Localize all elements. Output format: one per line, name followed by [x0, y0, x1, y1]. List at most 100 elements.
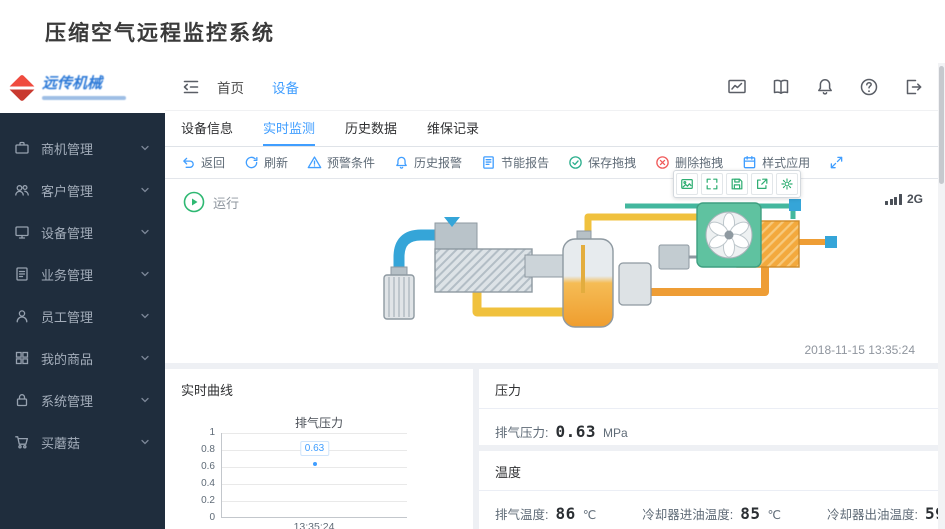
delete-drag-button[interactable]: 删除拖拽 — [655, 154, 723, 171]
filter-cap — [390, 266, 408, 276]
chevron-down-icon — [139, 268, 151, 280]
logo-diamond-icon — [8, 74, 36, 102]
reading-label: 冷却器出油温度: — [826, 508, 918, 522]
logo-text: 远传机械 — [42, 75, 103, 93]
cart-icon — [14, 434, 30, 450]
report-icon — [481, 155, 496, 170]
page-header: 压缩空气远程监控系统 — [0, 0, 945, 63]
sidebar-item-system[interactable]: 系统管理 — [0, 379, 165, 421]
monitor-stage: 运行 2G 2018-11-15 13:35:24 — [165, 170, 945, 363]
network-status: 2G — [885, 193, 923, 205]
bottom-panels: 实时曲线 排气压力 1 0.8 0.6 0.4 0.2 0 0.63 13:35… — [165, 369, 945, 529]
vertical-scrollbar[interactable] — [938, 63, 945, 529]
navbar: 首页 设备 — [165, 63, 945, 110]
reading-label: 排气温度: — [495, 508, 549, 522]
tab-maintenance-records[interactable]: 维保记录 — [427, 111, 479, 146]
chevron-down-icon — [139, 226, 151, 238]
reading-unit: MPa — [603, 426, 628, 440]
reading-label: 排气压力: — [495, 426, 549, 440]
sidebar-item-business-opportunity[interactable]: 商机管理 — [0, 127, 165, 169]
logout-icon[interactable] — [903, 77, 923, 97]
data-point-label: 0.63 — [299, 441, 330, 456]
sidebar-fold-icon[interactable] — [181, 77, 201, 97]
sidebar-item-label: 我的商品 — [41, 351, 94, 367]
briefcase-icon — [14, 140, 30, 156]
undo-icon — [181, 155, 196, 170]
back-button[interactable]: 返回 — [181, 154, 225, 171]
tab-history-data[interactable]: 历史数据 — [345, 111, 397, 146]
x-tick: 13:35:24 — [293, 521, 335, 529]
reading-unit: ℃ — [582, 508, 597, 522]
refresh-button[interactable]: 刷新 — [244, 154, 288, 171]
energy-report-button[interactable]: 节能报告 — [481, 154, 549, 171]
expand-button[interactable] — [829, 155, 844, 170]
save-disk-icon[interactable] — [726, 173, 748, 195]
refresh-icon — [244, 155, 259, 170]
sidebar-item-employees[interactable]: 员工管理 — [0, 295, 165, 337]
data-point — [312, 462, 317, 466]
coupling — [524, 254, 564, 278]
sidebar-item-label: 业务管理 — [41, 267, 94, 283]
style-calendar-icon — [742, 155, 757, 170]
bell-icon[interactable] — [815, 77, 835, 97]
save-drag-button[interactable]: 保存拖拽 — [568, 154, 636, 171]
tab-device-info[interactable]: 设备信息 — [181, 111, 233, 146]
sidebar-item-label: 客户管理 — [41, 183, 94, 199]
reading-value: 86 — [555, 504, 576, 523]
sidebar-item-operations[interactable]: 业务管理 — [0, 253, 165, 295]
sidebar-item-devices[interactable]: 设备管理 — [0, 211, 165, 253]
docs-icon[interactable] — [771, 77, 791, 97]
sidebar-item-customers[interactable]: 客户管理 — [0, 169, 165, 211]
y-tick: 0.6 — [201, 461, 215, 472]
scrollbar-thumb[interactable] — [939, 66, 944, 184]
sidebar-item-label: 买蘑菇 — [41, 435, 81, 451]
temperature-panel: 温度 排气温度: 86 ℃ 冷却器进油温度: 85 ℃ 冷却器出油温度: 5 — [479, 451, 938, 529]
style-apply-button[interactable]: 样式应用 — [742, 154, 810, 171]
sidebar-item-label: 系统管理 — [41, 393, 94, 409]
reading-label: 冷却器进油温度: — [642, 508, 734, 522]
pressure-panel-title: 压力 — [479, 369, 938, 409]
cooler-fan-icon — [705, 211, 753, 259]
play-icon[interactable] — [183, 191, 205, 213]
chevron-down-icon — [139, 184, 151, 196]
warning-conditions-button[interactable]: 预警条件 — [307, 154, 375, 171]
warning-icon — [307, 155, 322, 170]
reading-unit: ℃ — [767, 508, 781, 522]
discharge-pressure-reading: 排气压力: 0.63 MPa — [495, 422, 628, 441]
realtime-curve-panel: 实时曲线 排气压力 1 0.8 0.6 0.4 0.2 0 0.63 13:35… — [165, 369, 473, 529]
signal-bars-icon — [885, 194, 902, 205]
y-tick: 0 — [209, 512, 215, 523]
sidebar-item-my-goods[interactable]: 我的商品 — [0, 337, 165, 379]
reading-value: 0.63 — [555, 422, 597, 441]
pressure-panel: 压力 排气压力: 0.63 MPa — [479, 369, 938, 445]
detail-tabs: 设备信息 实时监测 历史数据 维保记录 — [165, 110, 945, 147]
reading-value: 85 — [740, 504, 761, 523]
breadcrumb-home[interactable]: 首页 — [217, 77, 244, 97]
users-icon — [14, 182, 30, 198]
help-icon[interactable] — [859, 77, 879, 97]
history-alarms-button[interactable]: 历史报警 — [394, 154, 462, 171]
employee-icon — [14, 308, 30, 324]
export-icon[interactable] — [751, 173, 773, 195]
chevron-down-icon — [139, 352, 151, 364]
save-check-icon — [568, 155, 583, 170]
tab-realtime-monitor[interactable]: 实时监测 — [263, 111, 316, 146]
temperature-panel-title: 温度 — [479, 451, 938, 491]
image-icon[interactable] — [676, 173, 698, 195]
readings-column: 压力 排气压力: 0.63 MPa 温度 排气温度: 86 ℃ 冷却器进油温度:… — [479, 369, 938, 529]
sidebar-item-buy-mushroom[interactable]: 买蘑菇 — [0, 421, 165, 463]
gear-icon[interactable] — [776, 173, 798, 195]
sidebar-item-label: 商机管理 — [41, 141, 94, 157]
delete-icon — [655, 155, 670, 170]
fan-motor — [658, 244, 690, 270]
breadcrumb-device[interactable]: 设备 — [272, 77, 299, 97]
oil-return-pipe — [637, 267, 769, 296]
expand-arrows-icon — [829, 155, 844, 170]
dashboard-icon[interactable] — [727, 77, 747, 97]
sidebar-menu: 商机管理 客户管理 设备管理 业务管理 员工管理 我的商品 系统管理 买蘑菇 — [0, 113, 165, 463]
layout: 远传机械 商机管理 客户管理 设备管理 业务管理 员工管理 我的商品 系统管理 … — [0, 63, 945, 529]
navbar-right — [727, 77, 929, 97]
network-label: 2G — [906, 192, 923, 206]
outlet-valve — [789, 199, 801, 211]
fullscreen-icon[interactable] — [701, 173, 723, 195]
